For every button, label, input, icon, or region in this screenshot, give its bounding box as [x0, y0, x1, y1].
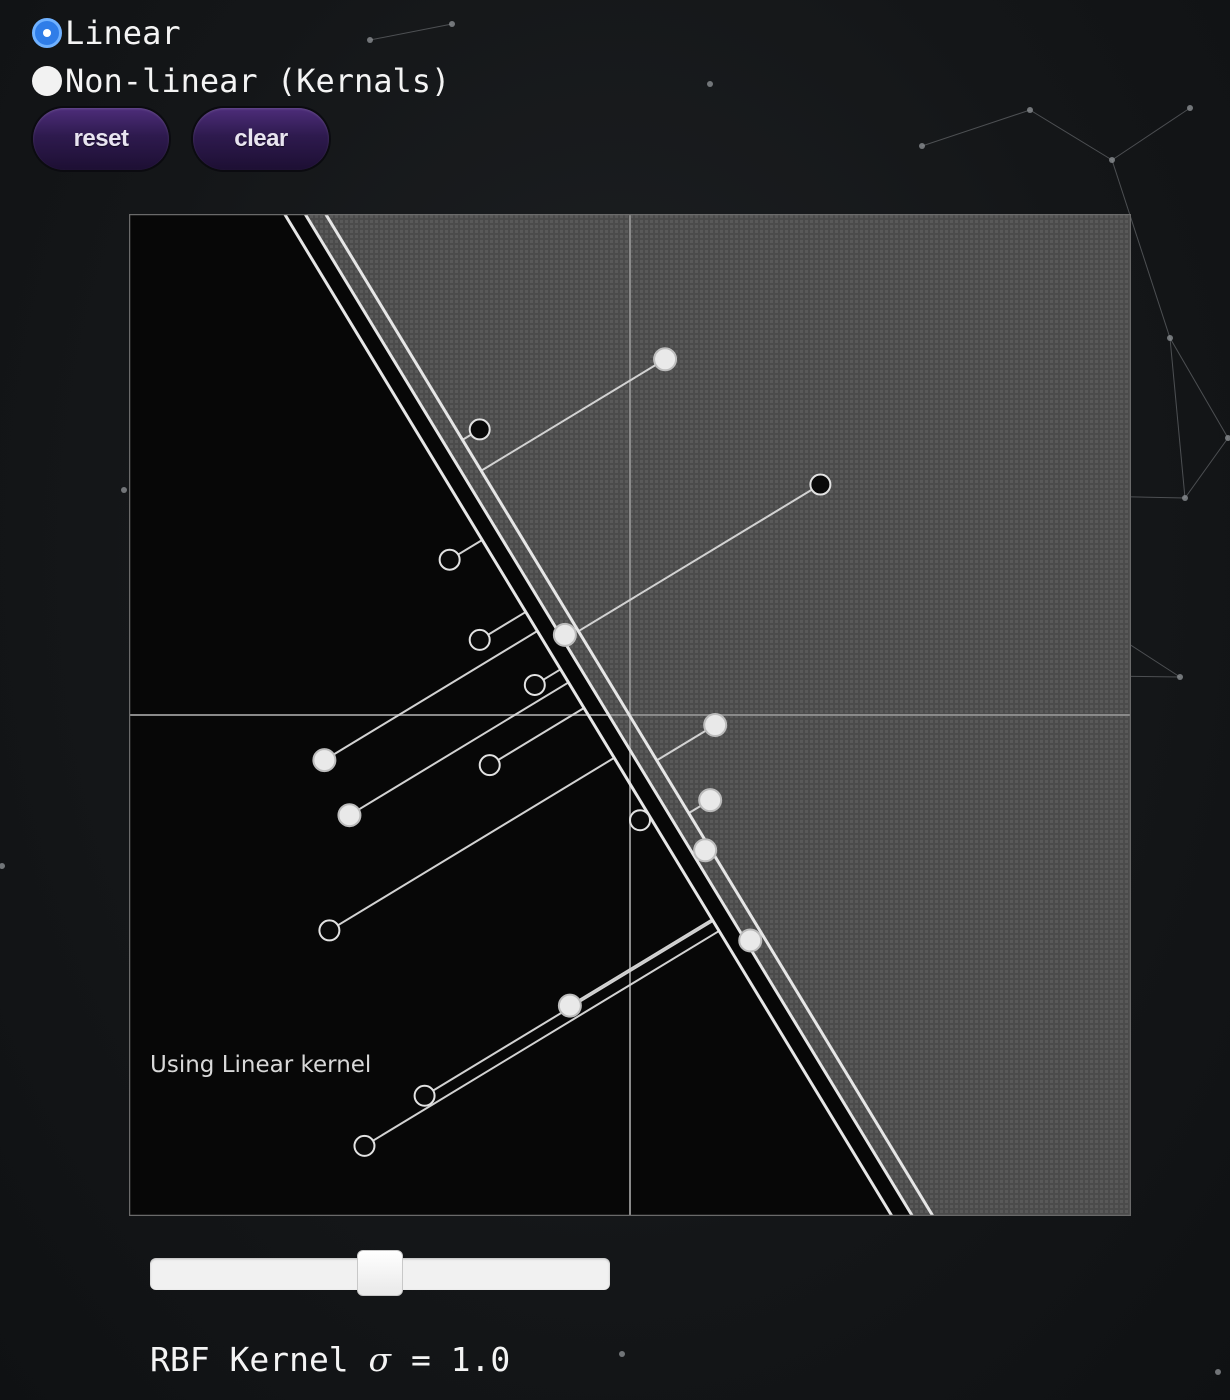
network-edge	[369, 23, 453, 41]
clear-button[interactable]: clear	[193, 108, 329, 170]
black-class-point[interactable]	[438, 548, 461, 571]
network-node	[1187, 105, 1193, 111]
sigma-readout-prefix: RBF Kernel	[150, 1340, 369, 1379]
white-class-point[interactable]	[552, 622, 577, 647]
network-node	[449, 21, 455, 27]
linear-option[interactable]: Linear	[32, 14, 181, 52]
black-class-point[interactable]	[353, 1134, 376, 1157]
white-class-point[interactable]	[337, 803, 362, 828]
white-class-point[interactable]	[557, 993, 582, 1018]
black-class-point[interactable]	[523, 673, 546, 696]
network-node	[919, 143, 925, 149]
network-node	[1225, 435, 1230, 441]
white-class-point[interactable]	[703, 713, 728, 738]
black-class-point[interactable]	[809, 473, 832, 496]
white-class-point[interactable]	[653, 347, 678, 372]
network-node	[707, 81, 713, 87]
sigma-readout-value: = 1.0	[391, 1340, 511, 1379]
black-class-point[interactable]	[468, 628, 491, 651]
network-node	[1027, 107, 1033, 113]
network-node	[367, 37, 373, 43]
sigma-symbol: σ	[368, 1340, 392, 1379]
black-class-point[interactable]	[629, 809, 652, 832]
nonlinear-option[interactable]: Non-linear (Kernals)	[32, 62, 450, 100]
network-node	[1167, 335, 1173, 341]
nonlinear-radio[interactable]	[32, 66, 62, 96]
network-node	[1109, 157, 1115, 163]
black-class-point[interactable]	[478, 754, 501, 777]
network-node	[1177, 674, 1183, 680]
network-edge	[1184, 437, 1229, 499]
network-edge	[1111, 107, 1191, 161]
network-node	[1215, 1369, 1221, 1375]
sigma-slider[interactable]	[150, 1250, 610, 1296]
network-edge	[1029, 109, 1113, 161]
white-class-point[interactable]	[693, 838, 718, 863]
black-class-point[interactable]	[413, 1084, 436, 1107]
white-class-point[interactable]	[738, 928, 763, 953]
kernel-caption: Using Linear kernel	[150, 1052, 372, 1078]
network-node	[0, 863, 5, 869]
white-class-point[interactable]	[312, 748, 337, 773]
reset-button[interactable]: reset	[33, 108, 169, 170]
network-edge	[1169, 337, 1186, 499]
network-node	[1182, 495, 1188, 501]
linear-radio[interactable]	[32, 18, 62, 48]
white-class-point[interactable]	[698, 788, 723, 813]
black-class-point[interactable]	[318, 919, 341, 942]
linear-option-label: Linear	[65, 14, 181, 52]
network-node	[619, 1351, 625, 1357]
nonlinear-option-label: Non-linear (Kernals)	[65, 62, 451, 100]
black-class-point[interactable]	[468, 418, 491, 441]
sigma-slider-handle[interactable]	[357, 1250, 403, 1296]
sigma-readout: RBF Kernel σ = 1.0	[150, 1340, 510, 1379]
network-node	[121, 487, 127, 493]
network-edge	[921, 109, 1031, 147]
network-edge	[1169, 337, 1229, 439]
